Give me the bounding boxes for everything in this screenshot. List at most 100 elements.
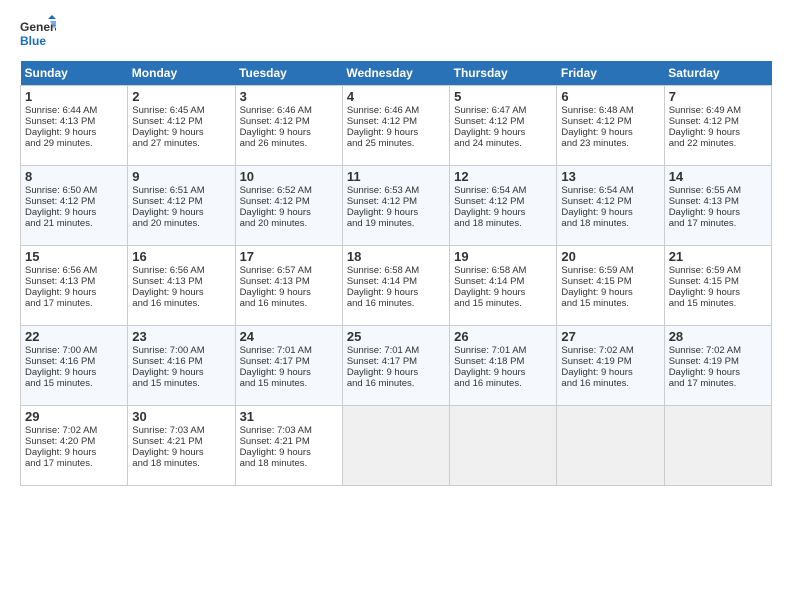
cell-info: Sunset: 4:16 PM — [132, 356, 230, 367]
cell-info: Sunrise: 6:45 AM — [132, 105, 230, 116]
logo: General Blue — [20, 15, 56, 51]
cell-info: and 18 minutes. — [454, 218, 552, 229]
calendar-cell: 23Sunrise: 7:00 AMSunset: 4:16 PMDayligh… — [128, 326, 235, 406]
calendar-cell: 10Sunrise: 6:52 AMSunset: 4:12 PMDayligh… — [235, 166, 342, 246]
day-number: 15 — [25, 249, 123, 264]
cell-info: and 16 minutes. — [347, 378, 445, 389]
day-number: 26 — [454, 329, 552, 344]
cell-info: Sunrise: 6:58 AM — [454, 265, 552, 276]
calendar-cell: 1Sunrise: 6:44 AMSunset: 4:13 PMDaylight… — [21, 86, 128, 166]
calendar-header-cell: Tuesday — [235, 61, 342, 86]
cell-info: Daylight: 9 hours — [132, 447, 230, 458]
cell-info: and 21 minutes. — [25, 218, 123, 229]
cell-info: Daylight: 9 hours — [240, 207, 338, 218]
cell-info: Daylight: 9 hours — [25, 287, 123, 298]
cell-info: Daylight: 9 hours — [347, 367, 445, 378]
calendar-cell: 6Sunrise: 6:48 AMSunset: 4:12 PMDaylight… — [557, 86, 664, 166]
cell-info: Sunset: 4:12 PM — [240, 196, 338, 207]
calendar-cell: 27Sunrise: 7:02 AMSunset: 4:19 PMDayligh… — [557, 326, 664, 406]
cell-info: Sunset: 4:14 PM — [347, 276, 445, 287]
calendar-week-row: 22Sunrise: 7:00 AMSunset: 4:16 PMDayligh… — [21, 326, 772, 406]
cell-info: Daylight: 9 hours — [132, 207, 230, 218]
day-number: 27 — [561, 329, 659, 344]
cell-info: and 18 minutes. — [561, 218, 659, 229]
cell-info: and 16 minutes. — [132, 298, 230, 309]
calendar-cell — [342, 406, 449, 486]
day-number: 3 — [240, 89, 338, 104]
cell-info: Sunrise: 6:48 AM — [561, 105, 659, 116]
calendar-cell: 19Sunrise: 6:58 AMSunset: 4:14 PMDayligh… — [450, 246, 557, 326]
day-number: 5 — [454, 89, 552, 104]
calendar-cell: 28Sunrise: 7:02 AMSunset: 4:19 PMDayligh… — [664, 326, 771, 406]
cell-info: Daylight: 9 hours — [347, 287, 445, 298]
day-number: 23 — [132, 329, 230, 344]
day-number: 14 — [669, 169, 767, 184]
cell-info: Sunrise: 7:01 AM — [240, 345, 338, 356]
cell-info: Sunset: 4:12 PM — [454, 196, 552, 207]
svg-text:Blue: Blue — [20, 34, 46, 48]
cell-info: Sunset: 4:13 PM — [132, 276, 230, 287]
cell-info: Sunset: 4:12 PM — [240, 116, 338, 127]
day-number: 17 — [240, 249, 338, 264]
day-number: 29 — [25, 409, 123, 424]
cell-info: Daylight: 9 hours — [240, 287, 338, 298]
calendar-cell: 26Sunrise: 7:01 AMSunset: 4:18 PMDayligh… — [450, 326, 557, 406]
cell-info: Sunset: 4:19 PM — [561, 356, 659, 367]
cell-info: and 15 minutes. — [132, 378, 230, 389]
cell-info: and 17 minutes. — [669, 378, 767, 389]
cell-info: Sunrise: 6:59 AM — [561, 265, 659, 276]
calendar-header-cell: Thursday — [450, 61, 557, 86]
cell-info: Daylight: 9 hours — [669, 127, 767, 138]
cell-info: Sunrise: 6:55 AM — [669, 185, 767, 196]
calendar-week-row: 15Sunrise: 6:56 AMSunset: 4:13 PMDayligh… — [21, 246, 772, 326]
calendar-week-row: 1Sunrise: 6:44 AMSunset: 4:13 PMDaylight… — [21, 86, 772, 166]
cell-info: Sunset: 4:18 PM — [454, 356, 552, 367]
calendar-cell: 21Sunrise: 6:59 AMSunset: 4:15 PMDayligh… — [664, 246, 771, 326]
day-number: 9 — [132, 169, 230, 184]
cell-info: Daylight: 9 hours — [240, 447, 338, 458]
calendar-cell: 2Sunrise: 6:45 AMSunset: 4:12 PMDaylight… — [128, 86, 235, 166]
cell-info: and 15 minutes. — [240, 378, 338, 389]
cell-info: and 15 minutes. — [454, 298, 552, 309]
calendar-cell: 8Sunrise: 6:50 AMSunset: 4:12 PMDaylight… — [21, 166, 128, 246]
calendar-header-cell: Wednesday — [342, 61, 449, 86]
cell-info: Daylight: 9 hours — [561, 207, 659, 218]
page-container: General Blue SundayMondayTuesdayWednesda… — [0, 0, 792, 496]
cell-info: Sunrise: 7:03 AM — [240, 425, 338, 436]
cell-info: Sunset: 4:13 PM — [25, 116, 123, 127]
day-number: 1 — [25, 89, 123, 104]
calendar-header-row: SundayMondayTuesdayWednesdayThursdayFrid… — [21, 61, 772, 86]
cell-info: and 22 minutes. — [669, 138, 767, 149]
cell-info: Sunrise: 7:00 AM — [132, 345, 230, 356]
cell-info: Daylight: 9 hours — [669, 367, 767, 378]
cell-info: Sunset: 4:12 PM — [454, 116, 552, 127]
cell-info: and 17 minutes. — [25, 298, 123, 309]
cell-info: Sunrise: 6:56 AM — [25, 265, 123, 276]
cell-info: Sunset: 4:12 PM — [132, 116, 230, 127]
cell-info: Sunrise: 6:59 AM — [669, 265, 767, 276]
cell-info: Sunset: 4:15 PM — [561, 276, 659, 287]
day-number: 7 — [669, 89, 767, 104]
calendar-cell: 22Sunrise: 7:00 AMSunset: 4:16 PMDayligh… — [21, 326, 128, 406]
day-number: 19 — [454, 249, 552, 264]
cell-info: Sunset: 4:13 PM — [240, 276, 338, 287]
cell-info: Sunrise: 7:02 AM — [561, 345, 659, 356]
day-number: 16 — [132, 249, 230, 264]
cell-info: Sunrise: 6:54 AM — [561, 185, 659, 196]
day-number: 6 — [561, 89, 659, 104]
cell-info: Daylight: 9 hours — [240, 127, 338, 138]
cell-info: Sunset: 4:21 PM — [240, 436, 338, 447]
calendar-cell: 20Sunrise: 6:59 AMSunset: 4:15 PMDayligh… — [557, 246, 664, 326]
cell-info: and 16 minutes. — [240, 298, 338, 309]
calendar-cell: 30Sunrise: 7:03 AMSunset: 4:21 PMDayligh… — [128, 406, 235, 486]
calendar-header-cell: Monday — [128, 61, 235, 86]
cell-info: and 15 minutes. — [25, 378, 123, 389]
cell-info: Sunset: 4:21 PM — [132, 436, 230, 447]
day-number: 2 — [132, 89, 230, 104]
calendar-cell: 3Sunrise: 6:46 AMSunset: 4:12 PMDaylight… — [235, 86, 342, 166]
cell-info: and 16 minutes. — [347, 298, 445, 309]
cell-info: and 29 minutes. — [25, 138, 123, 149]
calendar-cell: 7Sunrise: 6:49 AMSunset: 4:12 PMDaylight… — [664, 86, 771, 166]
cell-info: and 25 minutes. — [347, 138, 445, 149]
cell-info: Sunrise: 7:03 AM — [132, 425, 230, 436]
